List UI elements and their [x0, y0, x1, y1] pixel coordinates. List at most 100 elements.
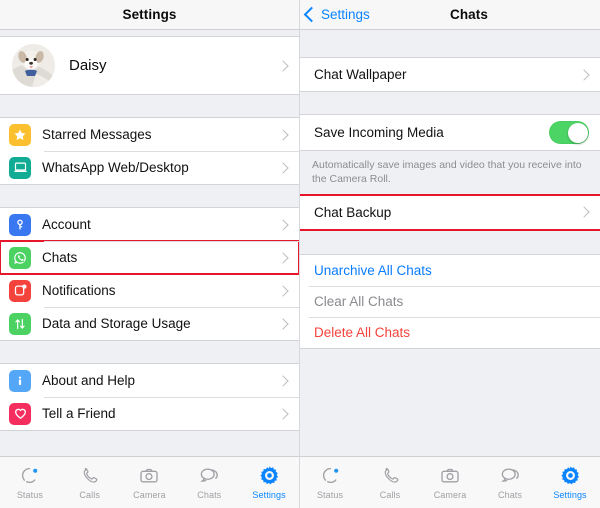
tab-status[interactable]: Status [301, 463, 359, 500]
camera-icon [440, 463, 460, 488]
sidebar-item-label: Data and Storage Usage [42, 316, 191, 331]
right-navbar: Settings Chats [300, 0, 600, 30]
tab-settings[interactable]: Settings [240, 463, 298, 500]
notification-icon [9, 279, 31, 302]
tab-label: Settings [553, 490, 587, 500]
chat-bubbles-icon [500, 463, 521, 488]
sidebar-item-label: Tell a Friend [42, 406, 116, 421]
profile-name: Daisy [69, 57, 107, 74]
settings-group-2: Account Chats Notifications Data and Sto… [0, 207, 299, 341]
chat-bubbles-icon [199, 463, 220, 488]
back-button-label: Settings [321, 7, 370, 22]
chevron-right-icon [578, 68, 590, 81]
tab-chats[interactable]: Chats [180, 463, 238, 500]
save-incoming-media-toggle[interactable] [549, 121, 589, 144]
laptop-icon [9, 156, 31, 179]
tab-label: Chats [197, 490, 222, 500]
chevron-right-icon [277, 59, 289, 72]
star-icon [9, 123, 31, 146]
save-media-footnote: Automatically save images and video that… [300, 151, 600, 195]
tab-label: Settings [252, 490, 286, 500]
sidebar-item-label: WhatsApp Web/Desktop [42, 160, 189, 175]
chevron-right-icon [578, 206, 590, 219]
back-button[interactable]: Settings [303, 0, 370, 29]
row-label: Chat Backup [314, 204, 392, 220]
sidebar-item-label: Notifications [42, 283, 116, 298]
tab-camera[interactable]: Camera [120, 463, 178, 500]
status-ring-icon [20, 463, 39, 488]
sidebar-item-tell-a-friend[interactable]: Tell a Friend [0, 397, 299, 430]
tab-chats[interactable]: Chats [481, 463, 539, 500]
chevron-left-icon [303, 6, 320, 23]
sidebar-item-chats[interactable]: Chats [0, 240, 299, 275]
tab-label: Camera [433, 490, 467, 500]
tab-label: Status [16, 490, 43, 500]
sidebar-item-label: Starred Messages [42, 127, 152, 142]
left-navbar: Settings [0, 0, 299, 30]
right-scroll-body: Chat Wallpaper Save Incoming Media Autom… [300, 30, 600, 456]
sidebar-item-label: About and Help [42, 373, 136, 388]
right-tabbar: Status Calls Camera Chats Settings [300, 456, 600, 508]
profile-group: Daisy [0, 36, 299, 95]
info-icon [9, 369, 31, 392]
toggle-knob [567, 122, 588, 143]
section-gap-1 [300, 92, 600, 114]
top-gap [300, 30, 600, 57]
sidebar-item-about-and-help[interactable]: About and Help [0, 364, 299, 397]
tab-camera[interactable]: Camera [421, 463, 479, 500]
phone-icon [80, 463, 99, 488]
tab-status[interactable]: Status [1, 463, 59, 500]
sidebar-item-notifications[interactable]: Notifications [0, 274, 299, 307]
tab-settings[interactable]: Settings [541, 463, 599, 500]
row-label: Unarchive All Chats [314, 262, 432, 278]
chat-backup-group: Chat Backup [300, 193, 600, 231]
section-gap-2 [0, 185, 299, 207]
save-media-group: Save Incoming Media [300, 114, 600, 151]
chevron-right-icon [277, 251, 289, 264]
tab-label: Status [316, 490, 344, 500]
tab-label: Calls [379, 490, 401, 500]
sidebar-item-data-and-storage-usage[interactable]: Data and Storage Usage [0, 307, 299, 340]
page-title: Chats [449, 7, 488, 22]
section-gap-1 [0, 95, 299, 117]
left-scroll-body: Daisy Starred Messages WhatsApp Web/Desk… [0, 30, 299, 456]
sidebar-item-whatsapp-web-desktop[interactable]: WhatsApp Web/Desktop [0, 151, 299, 184]
row-label: Save Incoming Media [314, 125, 444, 140]
left-settings-screen: Settings Daisy Starred Messages WhatsApp… [0, 0, 300, 508]
row-label: Delete All Chats [314, 324, 411, 340]
tab-label: Camera [133, 490, 166, 500]
left-tabbar: Status Calls Camera Chats Settings [0, 456, 299, 508]
settings-group-3: About and Help Tell a Friend [0, 363, 299, 431]
row-save-incoming-media[interactable]: Save Incoming Media [300, 115, 600, 150]
row-label: Clear All Chats [314, 293, 404, 309]
chevron-right-icon [277, 161, 289, 174]
tab-calls[interactable]: Calls [361, 463, 419, 500]
sidebar-item-account[interactable]: Account [0, 208, 299, 241]
section-gap-3 [0, 341, 299, 363]
right-chats-screen: Settings Chats Chat Wallpaper Save Incom… [300, 0, 600, 508]
dual-screenshot-container: Settings Daisy Starred Messages WhatsApp… [0, 0, 600, 508]
row-label: Chat Wallpaper [314, 67, 407, 82]
row-clear-all-chats[interactable]: Clear All Chats [300, 285, 600, 317]
wallpaper-group: Chat Wallpaper [300, 57, 600, 92]
section-gap-2 [300, 229, 600, 254]
row-chat-backup[interactable]: Chat Backup [300, 195, 600, 229]
sidebar-item-label: Chats [42, 250, 78, 265]
heart-icon [9, 402, 31, 425]
tab-label: Calls [79, 490, 100, 500]
data-usage-icon [9, 312, 31, 335]
chevron-right-icon [277, 317, 289, 330]
chevron-right-icon [277, 218, 289, 231]
chevron-right-icon [277, 128, 289, 141]
gear-icon [560, 463, 581, 488]
key-icon [9, 213, 31, 236]
row-unarchive-all-chats[interactable]: Unarchive All Chats [300, 254, 600, 286]
camera-icon [139, 463, 159, 488]
chevron-right-icon [277, 407, 289, 420]
row-chat-wallpaper[interactable]: Chat Wallpaper [300, 58, 600, 91]
page-title: Settings [122, 7, 177, 22]
sidebar-item-starred-messages[interactable]: Starred Messages [0, 118, 299, 151]
tab-calls[interactable]: Calls [61, 463, 119, 500]
profile-row[interactable]: Daisy [0, 37, 299, 94]
row-delete-all-chats[interactable]: Delete All Chats [300, 316, 600, 348]
